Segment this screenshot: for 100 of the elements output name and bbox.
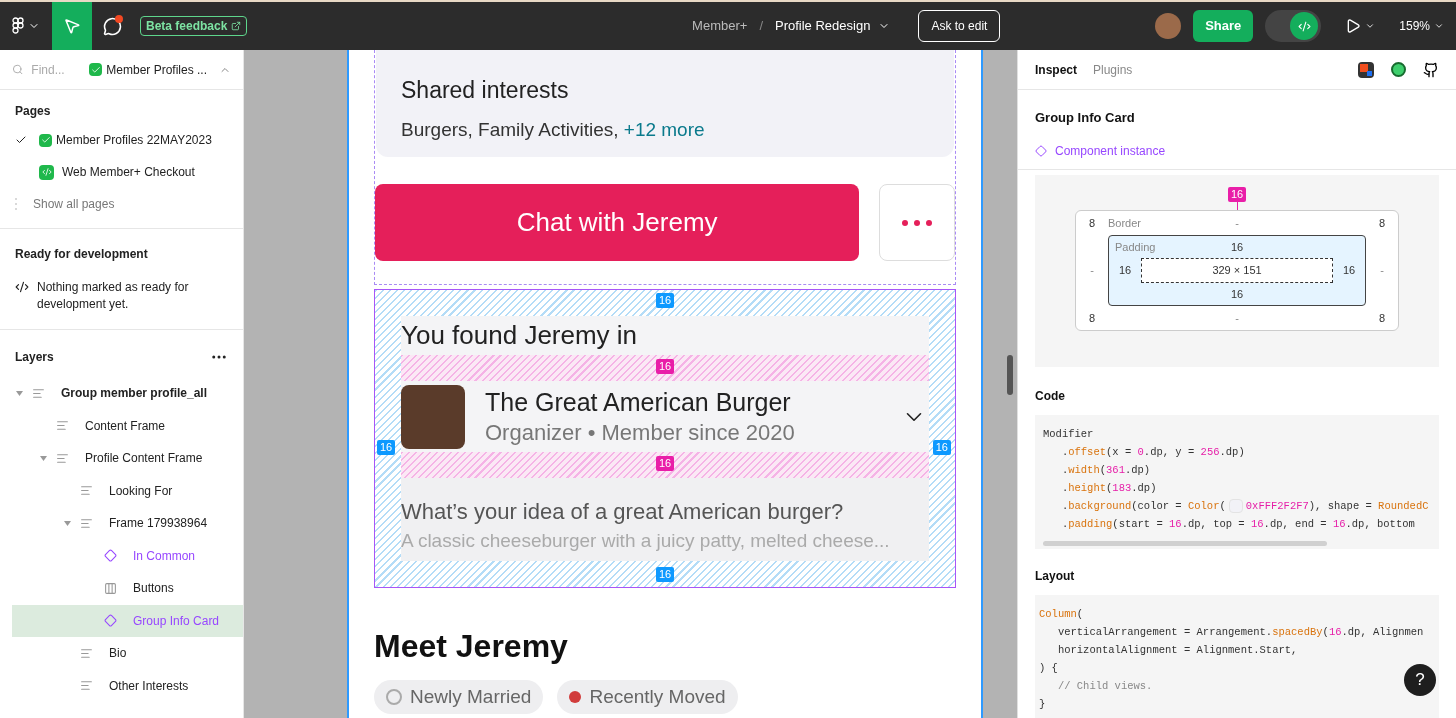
lines-icon: [32, 386, 45, 400]
play-icon: [1345, 18, 1362, 34]
code-line: .height(183.dp): [1060, 481, 1157, 496]
zoom-button[interactable]: 159%: [1399, 17, 1444, 35]
code-icon: [1297, 19, 1311, 33]
ready-message: Nothing marked as ready for development yet.: [37, 279, 190, 313]
plugin-icon[interactable]: [1391, 62, 1406, 77]
layer-item[interactable]: Content Frame: [12, 409, 243, 442]
border-value: -: [1089, 263, 1095, 279]
page-item[interactable]: Member Profiles 22MAY2023: [0, 124, 243, 156]
code-line: .width(361.dp): [1060, 463, 1151, 478]
padding-value: 16: [1117, 263, 1133, 279]
layer-label: Frame 179938964: [109, 515, 208, 533]
find-field[interactable]: Find...: [31, 60, 82, 79]
layer-item[interactable]: Looking For: [12, 474, 243, 507]
spacing-badge: 16: [656, 359, 675, 374]
expand-caret-icon[interactable]: [16, 390, 23, 396]
pin-icon: [569, 691, 582, 703]
done-icon: [89, 63, 103, 76]
component-icon: [1035, 144, 1047, 157]
layer-item[interactable]: Group Info Card: [12, 604, 243, 637]
card-title: You found Jeremy in: [401, 319, 639, 352]
layer-item[interactable]: Bio: [12, 637, 243, 670]
layer-item[interactable]: Profile Content Frame: [12, 442, 243, 475]
padding-value: 16: [1229, 286, 1245, 302]
code-line: .padding(start = 16.dp, top = 16.dp, end = 16.dp, bottom: [1060, 517, 1415, 532]
section-title: Layout: [1034, 568, 1076, 585]
columns-icon: [104, 581, 117, 595]
lines-icon: [80, 516, 93, 530]
layer-label: Group member profile_all: [61, 385, 208, 403]
section-heading: Meet Jeremy: [374, 627, 569, 666]
layer-label: Content Frame: [85, 417, 166, 435]
layer-label: Group Info Card: [133, 612, 220, 630]
file-name-button[interactable]: Profile Redesign: [775, 16, 891, 36]
logo-icon: [12, 17, 24, 35]
photo-placeholder: [401, 384, 465, 449]
margin-value: 16: [1227, 187, 1247, 202]
layer-label: Bio: [109, 645, 127, 663]
ask-to-edit-button[interactable]: Ask to edit: [918, 10, 1001, 42]
breadcrumb-separator: /: [759, 17, 763, 36]
component-instance-link[interactable]: Component instance: [1055, 141, 1166, 160]
component-icon: [104, 614, 117, 628]
padding-value: 16: [1230, 239, 1244, 255]
github-icon[interactable]: [1423, 61, 1439, 78]
question-text: What’s your idea of a great American burger?: [401, 498, 845, 526]
code-line: ) {: [1039, 661, 1058, 676]
code-line: horizontalAlignment = Alignment.Start,: [1056, 643, 1298, 658]
team-name[interactable]: Member+: [692, 16, 748, 36]
scrollbar-thumb[interactable]: [1007, 355, 1013, 395]
page-switcher[interactable]: Member Profiles ...: [89, 60, 231, 79]
lines-icon: [80, 679, 93, 693]
layer-item[interactable]: Frame 179938964: [12, 507, 243, 540]
group-name: The Great American Burger: [485, 386, 792, 418]
border-value: -: [1235, 215, 1239, 231]
chat-button[interactable]: Chat with Jeremy: [375, 184, 860, 261]
ring-icon: [386, 689, 402, 705]
layer-item[interactable]: Buttons: [12, 572, 243, 605]
panel-tab[interactable]: Inspect: [1035, 60, 1077, 79]
chevron-down-icon: [1434, 21, 1444, 31]
lines-icon: [80, 646, 93, 660]
code-line: .offset(x = 0.dp, y = 256.dp): [1060, 445, 1245, 460]
layer-item[interactable]: Group member profile_all: [12, 377, 243, 410]
layer-item[interactable]: Other Interests: [12, 669, 243, 702]
show-all-pages-link[interactable]: Show all pages: [0, 188, 243, 220]
code-line: // Child views.: [1056, 679, 1153, 694]
tag-chip: Recently Moved: [557, 680, 738, 714]
layer-item[interactable]: In Common: [12, 539, 243, 572]
comment-icon: [102, 16, 122, 36]
present-button[interactable]: [1345, 18, 1376, 34]
section-title: Pages: [14, 103, 52, 120]
spacing-badge: 16: [656, 456, 675, 471]
beta-feedback-button[interactable]: Beta feedback: [140, 16, 248, 36]
page-item[interactable]: Web Member+ Checkout: [0, 156, 243, 188]
tag-chip: Newly Married: [374, 680, 544, 714]
dev-mode-toggle[interactable]: [1265, 10, 1322, 42]
spacing-badge: 16: [656, 567, 675, 582]
component-icon: [104, 549, 117, 563]
plugin-icon[interactable]: [1358, 61, 1374, 78]
padding-label: Padding: [1115, 239, 1156, 255]
section-title: Code: [1034, 388, 1066, 405]
spacing-badge: 16: [656, 293, 675, 308]
lines-icon: [56, 451, 69, 465]
code-line: Modifier: [1043, 427, 1094, 442]
layer-label: In Common: [133, 547, 196, 565]
corner-value: 8: [1377, 215, 1387, 231]
search-icon: [12, 63, 24, 76]
user-avatar[interactable]: [1155, 13, 1182, 39]
external-link-icon: [231, 21, 242, 31]
expand-caret-icon[interactable]: [64, 520, 71, 526]
scrollbar-thumb[interactable]: [1043, 541, 1327, 546]
code-line: .background(color = Color( 0xFFF2F2F7), shape = RoundedC: [1060, 498, 1429, 515]
layer-label: Profile Content Frame: [85, 450, 203, 468]
panel-tab[interactable]: Plugins: [1093, 60, 1133, 79]
layer-title: Group Info Card: [1035, 109, 1136, 127]
code-page-icon: [39, 164, 54, 180]
spacing-badge: 16: [932, 440, 951, 455]
border-value: -: [1379, 263, 1385, 279]
expand-caret-icon[interactable]: [40, 455, 47, 461]
group-meta: Organizer • Member since 2020: [485, 418, 796, 447]
layer-label: Looking For: [109, 482, 173, 500]
